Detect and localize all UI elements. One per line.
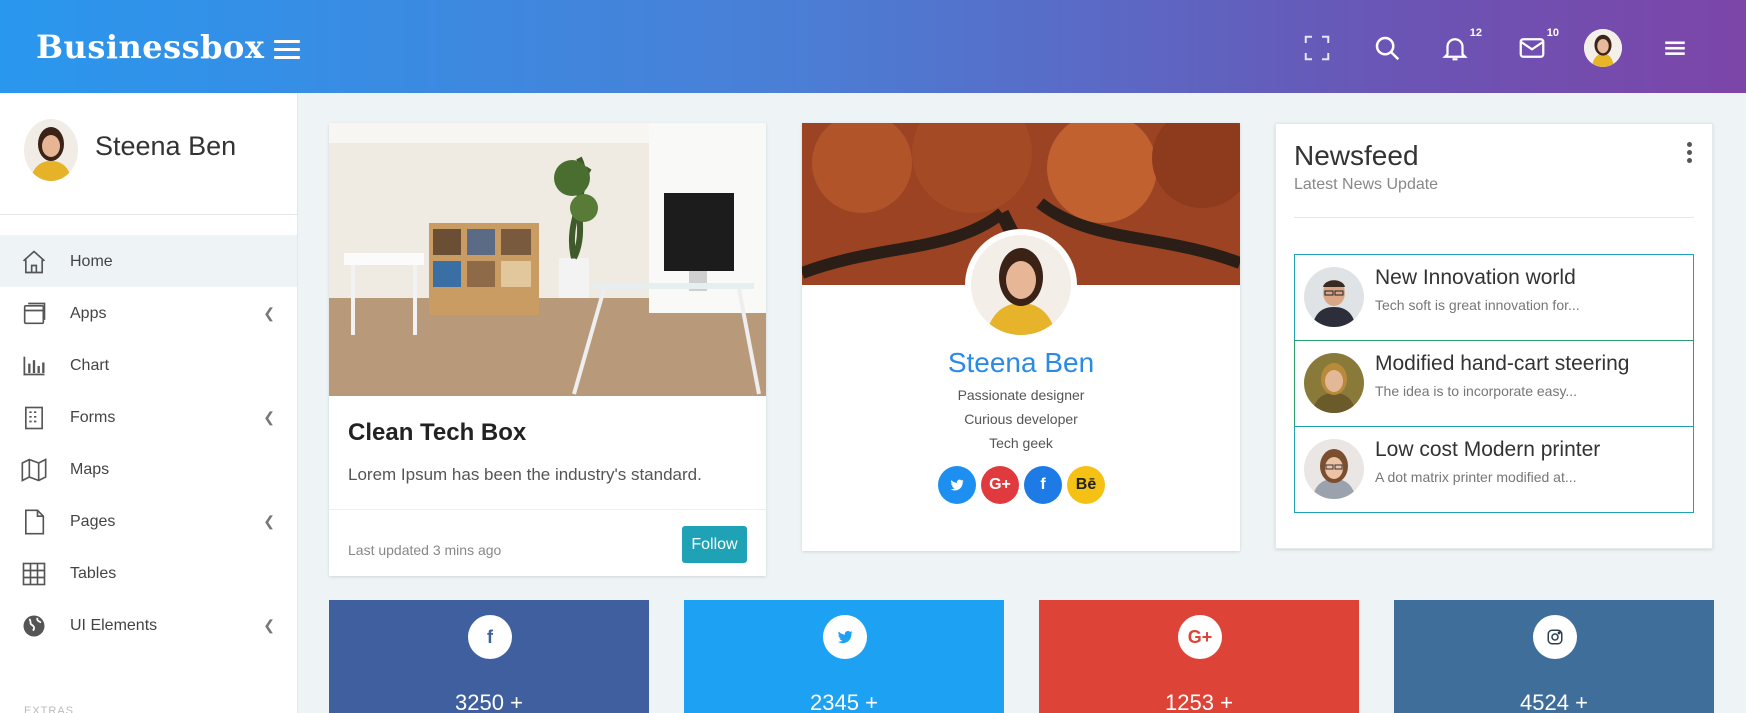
google-plus-stat-card: G+ 1253 + xyxy=(1039,600,1359,713)
sidebar-toggle-button[interactable] xyxy=(274,40,300,60)
sidebar-item-label: Home xyxy=(70,253,113,270)
map-icon xyxy=(20,456,48,484)
sidebar-item-tables[interactable]: Tables xyxy=(0,547,297,599)
sidebar-item-home[interactable]: Home xyxy=(0,235,297,287)
newsfeed-subtitle: Latest News Update xyxy=(1294,176,1439,193)
sidebar-item-label: Tables xyxy=(70,565,117,582)
clean-tech-card: Clean Tech Box Lorem Ipsum has been the … xyxy=(329,123,766,576)
google-plus-icon[interactable]: G+ xyxy=(981,466,1019,504)
page-icon xyxy=(20,508,48,536)
chevron-left-icon: ❮ xyxy=(263,305,275,321)
notifications-badge: 12 xyxy=(1469,27,1482,39)
card-text: Lorem Ipsum has been the industry's stan… xyxy=(348,465,702,484)
sidebar-item-label: UI Elements xyxy=(70,617,158,634)
sidebar-item-ui-elements[interactable]: UI Elements ❮ xyxy=(0,599,297,651)
fullscreen-icon[interactable] xyxy=(1302,33,1332,63)
user-name: Steena Ben xyxy=(95,131,237,161)
news-title: New Innovation world xyxy=(1375,266,1576,289)
profile-name[interactable]: Steena Ben xyxy=(802,347,1240,379)
newsfeed-item[interactable]: Low cost Modern printer A dot matrix pri… xyxy=(1294,426,1694,513)
instagram-icon[interactable] xyxy=(1533,615,1577,659)
sidebar-item-forms[interactable]: Forms ❮ xyxy=(0,391,297,443)
profile-avatar[interactable] xyxy=(965,229,1077,341)
newsfeed-title: Newsfeed xyxy=(1294,140,1419,171)
notifications-bell-icon[interactable]: 12 xyxy=(1440,27,1482,63)
news-description: The idea is to incorporate easy... xyxy=(1375,383,1578,399)
stat-value: 3250 + xyxy=(455,690,523,713)
news-title: Modified hand-cart steering xyxy=(1375,352,1630,375)
messages-badge: 10 xyxy=(1546,27,1559,39)
chart-icon xyxy=(20,352,48,380)
news-avatar xyxy=(1304,353,1364,413)
messages-envelope-icon[interactable]: 10 xyxy=(1517,27,1559,63)
top-header: Businessbox 12 10 xyxy=(0,0,1746,93)
facebook-icon[interactable]: f xyxy=(468,615,512,659)
more-options-icon[interactable] xyxy=(1684,142,1694,166)
twitter-icon[interactable] xyxy=(938,466,976,504)
apps-icon xyxy=(20,300,48,328)
facebook-stat-card: f 3250 + xyxy=(329,600,649,713)
sidebar-item-label: Apps xyxy=(70,305,107,322)
newsfeed-card: Newsfeed Latest News Update New Innovati… xyxy=(1275,123,1713,549)
office-photo xyxy=(329,123,766,396)
divider xyxy=(1294,217,1694,218)
menu-icon[interactable] xyxy=(1662,33,1688,63)
news-description: Tech soft is great innovation for... xyxy=(1375,297,1580,313)
stat-value: 4524 + xyxy=(1520,690,1588,713)
globe-icon xyxy=(20,612,48,640)
card-footer: Last updated 3 mins ago Follow xyxy=(329,509,766,576)
newsfeed-item[interactable]: New Innovation world Tech soft is great … xyxy=(1294,254,1694,341)
chevron-left-icon: ❮ xyxy=(263,409,275,425)
newsfeed-list: New Innovation world Tech soft is great … xyxy=(1294,254,1694,513)
card-title: Clean Tech Box xyxy=(348,419,527,446)
profile-card: Steena Ben Passionate designer Curious d… xyxy=(802,123,1240,551)
sidebar-item-label: Pages xyxy=(70,513,116,530)
news-description: A dot matrix printer modified at... xyxy=(1375,469,1577,485)
instagram-stat-card: 4524 + xyxy=(1394,600,1714,713)
header-user-avatar[interactable] xyxy=(1584,29,1622,67)
news-avatar xyxy=(1304,439,1364,499)
sidebar: Steena Ben Home Apps ❮ Chart Forms ❮ Map… xyxy=(0,93,298,713)
brand-logo[interactable]: Businessbox xyxy=(36,28,264,66)
profile-tagline: Curious developer xyxy=(964,411,1078,427)
sidebar-item-apps[interactable]: Apps ❮ xyxy=(0,287,297,339)
sidebar-section-extras: EXTRAS xyxy=(24,705,75,713)
follow-button[interactable]: Follow xyxy=(682,526,747,563)
sidebar-nav: Home Apps ❮ Chart Forms ❮ Maps Pages ❮ T… xyxy=(0,235,297,651)
home-icon xyxy=(20,248,48,276)
newsfeed-item[interactable]: Modified hand-cart steering The idea is … xyxy=(1294,340,1694,427)
search-icon[interactable] xyxy=(1372,33,1402,63)
last-updated-text: Last updated 3 mins ago xyxy=(348,542,502,558)
sidebar-user-panel: Steena Ben xyxy=(0,93,297,215)
sidebar-item-label: Chart xyxy=(70,357,110,374)
sidebar-item-label: Forms xyxy=(70,409,116,426)
twitter-stat-card: 2345 + xyxy=(684,600,1004,713)
user-avatar[interactable] xyxy=(24,119,78,181)
stat-value: 1253 + xyxy=(1165,690,1233,713)
sidebar-item-pages[interactable]: Pages ❮ xyxy=(0,495,297,547)
behance-icon[interactable]: Bē xyxy=(1067,466,1105,504)
facebook-icon[interactable]: f xyxy=(1024,466,1062,504)
forms-icon xyxy=(20,404,48,432)
table-icon xyxy=(20,560,48,588)
sidebar-item-chart[interactable]: Chart xyxy=(0,339,297,391)
chevron-left-icon: ❮ xyxy=(263,513,275,529)
google-plus-icon[interactable]: G+ xyxy=(1178,615,1222,659)
stat-value: 2345 + xyxy=(810,690,878,713)
news-avatar xyxy=(1304,267,1364,327)
twitter-icon[interactable] xyxy=(823,615,867,659)
chevron-left-icon: ❮ xyxy=(263,617,275,633)
profile-tagline: Passionate designer xyxy=(957,387,1085,403)
social-links: G+ f Bē xyxy=(938,466,1105,504)
profile-tagline: Tech geek xyxy=(989,435,1053,451)
news-title: Low cost Modern printer xyxy=(1375,438,1601,461)
sidebar-item-label: Maps xyxy=(70,461,110,478)
sidebar-item-maps[interactable]: Maps xyxy=(0,443,297,495)
